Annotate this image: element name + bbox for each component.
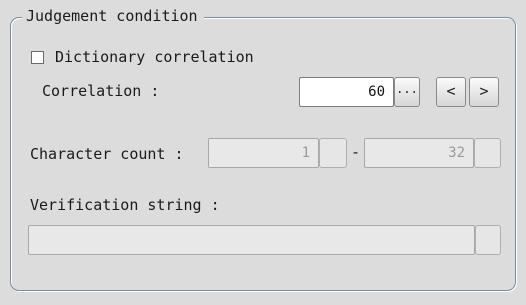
verification-string-button[interactable] — [475, 225, 501, 255]
character-count-label: Character count : — [30, 145, 184, 163]
correlation-input[interactable]: 60 — [299, 77, 394, 107]
verification-string-label: Verification string : — [30, 196, 220, 214]
correlation-decrease-button[interactable]: < — [436, 77, 466, 107]
correlation-increase-button[interactable]: > — [469, 77, 499, 107]
character-count-min-input[interactable]: 1 — [208, 138, 319, 168]
dictionary-correlation-checkbox[interactable] — [31, 51, 44, 64]
group-title: Judgement condition — [22, 7, 204, 25]
character-count-max-input[interactable]: 32 — [364, 138, 474, 168]
dictionary-correlation-label: Dictionary correlation — [55, 48, 254, 66]
verification-string-input[interactable] — [28, 225, 475, 255]
character-count-max-button[interactable] — [474, 138, 501, 168]
character-count-min-button[interactable] — [319, 138, 347, 168]
character-count-separator: - — [351, 143, 361, 161]
correlation-ellipsis-button[interactable]: ... — [394, 77, 420, 107]
correlation-label: Correlation : — [42, 82, 160, 100]
